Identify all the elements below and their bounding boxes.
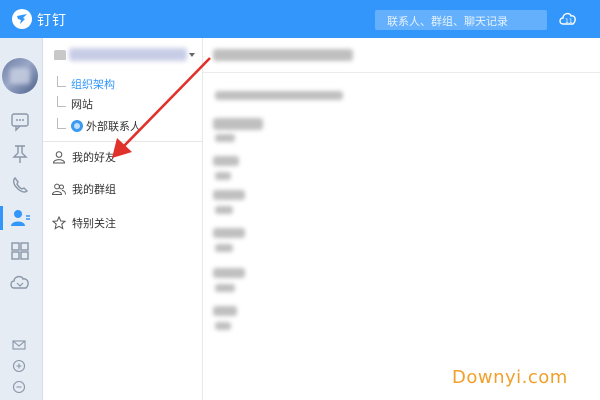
nav-label: 特别关注 <box>72 217 116 230</box>
mail-icon[interactable] <box>12 338 26 352</box>
header-blurred-text <box>213 49 353 61</box>
cloud-badge: 11 <box>565 18 573 25</box>
app-title: 钉钉 <box>37 13 67 29</box>
more-icon[interactable] <box>12 380 26 394</box>
cloud-icon[interactable]: 11 <box>558 10 578 28</box>
watermark: Downyi.com <box>452 367 568 388</box>
blurred-text <box>215 284 235 292</box>
blurred-text <box>213 306 237 316</box>
blurred-text <box>215 244 233 252</box>
blurred-text <box>215 172 231 180</box>
nav-my-groups[interactable]: 我的群组 <box>43 174 202 204</box>
tree-item-external-contacts[interactable]: 外部联系人 <box>57 117 141 134</box>
nav-label: 我的群组 <box>72 183 116 196</box>
blurred-text <box>213 268 245 278</box>
blurred-text <box>213 156 239 166</box>
nav-special-follow[interactable]: 特别关注 <box>43 208 202 238</box>
tree-item-label: 外部联系人 <box>86 120 141 133</box>
add-icon[interactable] <box>12 359 26 373</box>
nav-label: 我的好友 <box>72 151 116 164</box>
detail-header <box>203 38 600 73</box>
tree-item-label: 网站 <box>71 98 93 111</box>
tree-item-org-structure[interactable]: 组织架构 <box>57 75 115 92</box>
user-icon <box>52 151 66 164</box>
blurred-text <box>215 134 235 142</box>
contacts-panel: 组织架构 网站 外部联系人 我的好友 我的群组 特别关注 <box>43 38 203 400</box>
nav-my-friends[interactable]: 我的好友 <box>43 142 202 172</box>
blurred-text <box>213 118 263 130</box>
blurred-text <box>213 190 245 200</box>
blurred-text <box>215 91 343 100</box>
group-icon <box>52 183 66 195</box>
detail-pane <box>203 38 600 400</box>
dingtalk-logo-icon <box>12 9 32 29</box>
chat-icon[interactable] <box>7 110 33 134</box>
phone-icon[interactable] <box>7 174 33 198</box>
avatar[interactable] <box>2 58 38 94</box>
search-placeholder: 联系人、群组、聊天记录 <box>387 15 508 28</box>
tree-item-label: 组织架构 <box>71 78 115 91</box>
external-contacts-icon <box>71 120 83 132</box>
blurred-text <box>215 206 233 214</box>
org-selector[interactable] <box>43 38 202 72</box>
chevron-down-icon[interactable] <box>189 53 195 57</box>
left-rail <box>0 38 43 400</box>
blurred-text <box>215 322 231 330</box>
title-bar: 钉钉 联系人、群组、聊天记录 11 <box>0 0 600 38</box>
pin-icon[interactable] <box>7 142 33 166</box>
blurred-text <box>213 228 245 238</box>
org-icon <box>54 50 66 60</box>
tree-item-website[interactable]: 网站 <box>57 95 93 112</box>
cloud-disk-icon[interactable] <box>7 270 33 294</box>
star-icon <box>52 216 66 230</box>
search-input[interactable]: 联系人、群组、聊天记录 <box>375 10 547 30</box>
contacts-icon[interactable] <box>0 206 33 230</box>
apps-icon[interactable] <box>7 240 33 264</box>
org-name-blurred <box>69 48 187 61</box>
